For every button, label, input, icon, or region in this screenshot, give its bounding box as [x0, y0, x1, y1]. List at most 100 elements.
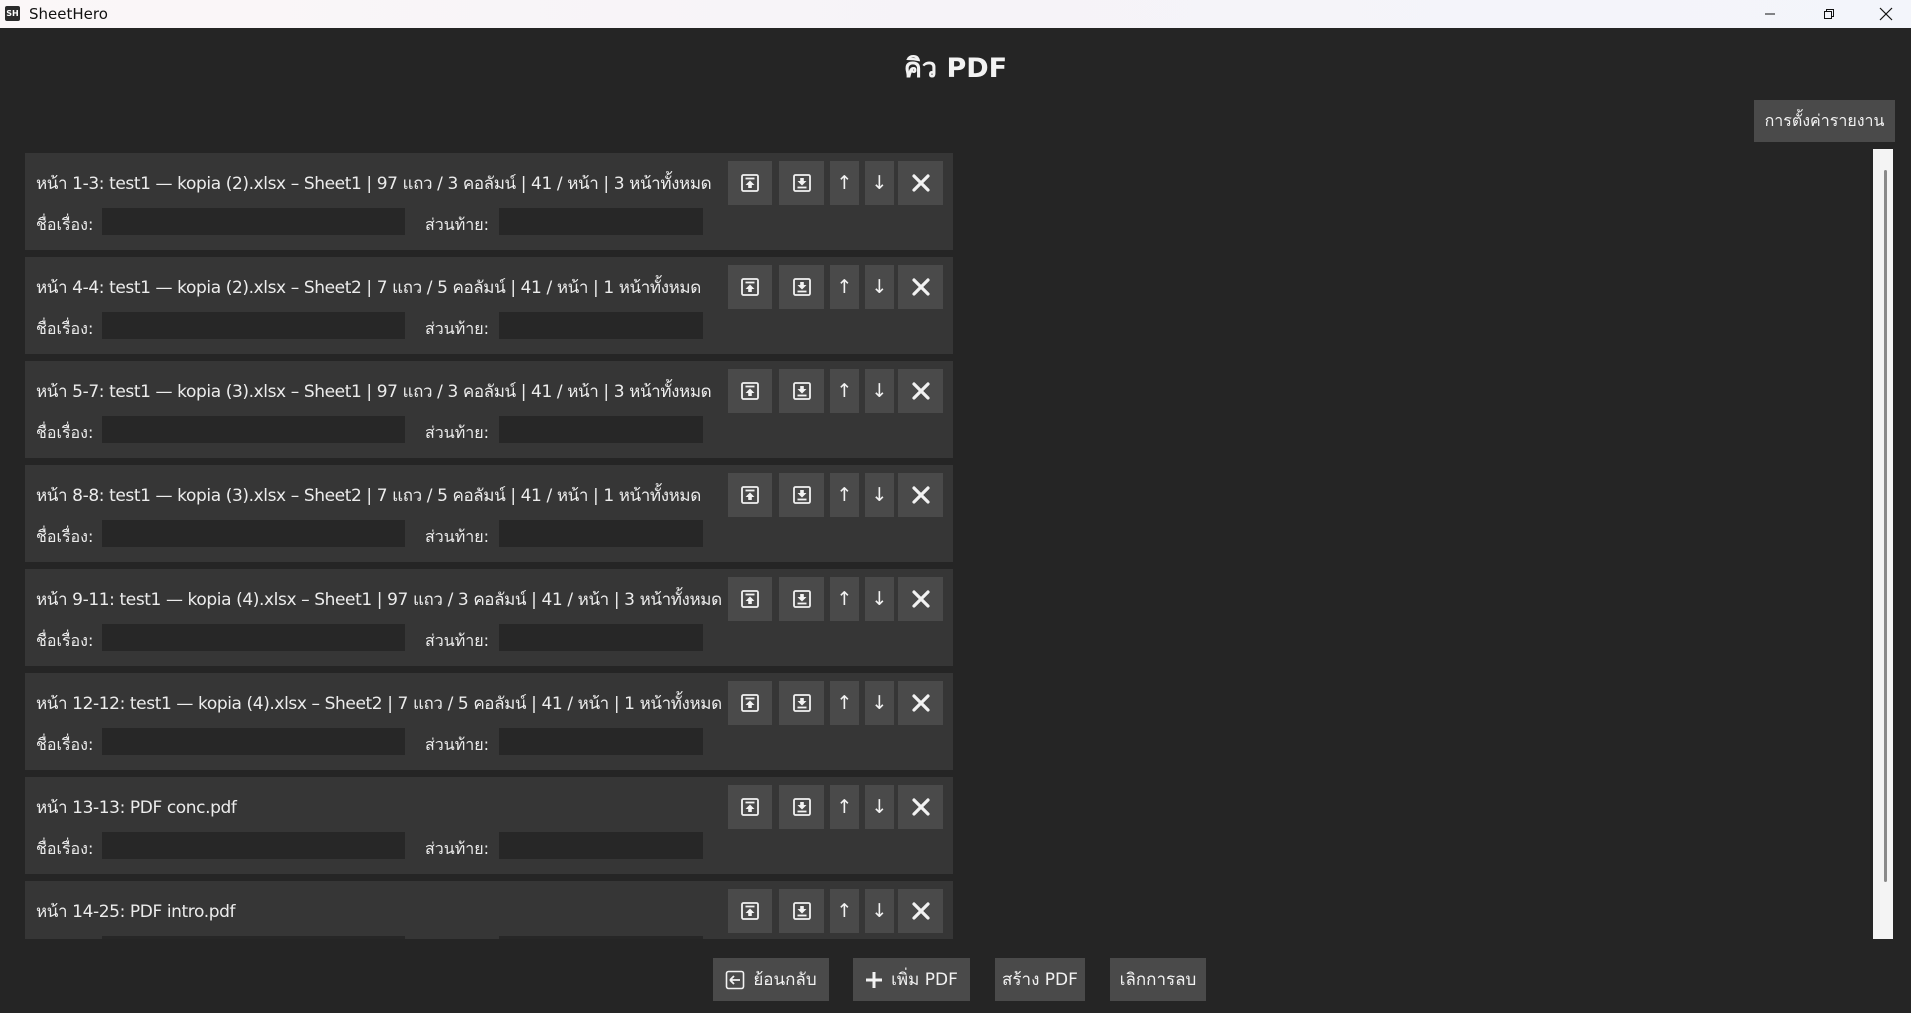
footer-input[interactable] — [499, 520, 703, 547]
remove-icon — [911, 902, 930, 920]
app-icon: SH — [5, 6, 20, 21]
move-to-top-button[interactable] — [728, 889, 772, 933]
move-up-button[interactable]: ↑ — [830, 473, 859, 517]
move-to-bottom-button[interactable] — [779, 785, 824, 829]
title-field-label: ชื่อเรื่อง: — [36, 631, 94, 650]
title-input[interactable] — [102, 312, 405, 339]
remove-icon — [911, 486, 930, 504]
queue-item: หน้า 13-13: PDF conc.pdf ชื่อเรื่อง: ส่ว… — [25, 777, 953, 874]
move-to-top-icon — [741, 798, 759, 816]
move-to-top-button[interactable] — [728, 265, 772, 309]
move-to-top-button[interactable] — [728, 785, 772, 829]
queue-item-label: หน้า 13-13: PDF conc.pdf — [36, 798, 237, 818]
move-to-top-icon — [741, 382, 759, 400]
title-field-label: ชื่อเรื่อง: — [36, 839, 94, 858]
move-up-button[interactable]: ↑ — [830, 785, 859, 829]
footer-input[interactable] — [499, 208, 703, 235]
queue-item-label: หน้า 5-7: test1 — kopia (3).xlsx – Sheet… — [36, 382, 712, 402]
move-down-button[interactable]: ↓ — [865, 681, 894, 725]
move-down-button[interactable]: ↓ — [865, 369, 894, 413]
remove-item-button[interactable] — [898, 785, 943, 829]
title-input[interactable] — [102, 624, 405, 651]
move-to-top-button[interactable] — [728, 681, 772, 725]
queue-item-label: หน้า 12-12: test1 — kopia (4).xlsx – She… — [36, 694, 722, 714]
title-input[interactable] — [102, 416, 405, 443]
remove-item-button[interactable] — [898, 265, 943, 309]
title-input[interactable] — [102, 728, 405, 755]
title-input[interactable] — [102, 832, 405, 859]
add-pdf-button[interactable]: เพิ่ม PDF — [853, 958, 970, 1001]
move-to-bottom-button[interactable] — [779, 681, 824, 725]
move-to-top-icon — [741, 902, 759, 920]
move-down-button[interactable]: ↓ — [865, 577, 894, 621]
move-down-button[interactable]: ↓ — [865, 889, 894, 933]
footer-field-label: ส่วนท้าย: — [425, 839, 489, 858]
queue-item-label: หน้า 8-8: test1 — kopia (3).xlsx – Sheet… — [36, 486, 701, 506]
footer-input[interactable] — [499, 624, 703, 651]
move-to-top-button[interactable] — [728, 161, 772, 205]
queue-item: หน้า 1-3: test1 — kopia (2).xlsx – Sheet… — [25, 153, 953, 250]
remove-item-button[interactable] — [898, 577, 943, 621]
title-field-label: ชื่อเรื่อง: — [36, 319, 94, 338]
move-up-button[interactable]: ↑ — [830, 681, 859, 725]
scrollbar-thumb[interactable] — [1884, 170, 1887, 882]
move-to-bottom-button[interactable] — [779, 889, 824, 933]
restore-button[interactable] — [1800, 0, 1857, 28]
remove-item-button[interactable] — [898, 889, 943, 933]
footer-input[interactable] — [499, 936, 703, 939]
move-to-bottom-button[interactable] — [779, 369, 824, 413]
move-down-button[interactable]: ↓ — [865, 265, 894, 309]
queue-item: หน้า 14-25: PDF intro.pdf ชื่อเรื่อง: ส่… — [25, 881, 953, 939]
remove-item-button[interactable] — [898, 681, 943, 725]
queue-item-label: หน้า 14-25: PDF intro.pdf — [36, 902, 236, 922]
remove-icon — [911, 798, 930, 816]
move-up-button[interactable]: ↑ — [830, 577, 859, 621]
move-down-button[interactable]: ↓ — [865, 161, 894, 205]
remove-icon — [911, 174, 930, 192]
restore-icon — [1823, 9, 1834, 19]
move-to-bottom-button[interactable] — [779, 473, 824, 517]
move-to-bottom-button[interactable] — [779, 577, 824, 621]
title-field-label: ชื่อเรื่อง: — [36, 215, 94, 234]
move-up-button[interactable]: ↑ — [830, 889, 859, 933]
back-button[interactable]: ย้อนกลับ — [713, 958, 829, 1001]
title-field-label: ชื่อเรื่อง: — [36, 423, 94, 442]
move-down-button[interactable]: ↓ — [865, 785, 894, 829]
remove-item-button[interactable] — [898, 473, 943, 517]
move-up-button[interactable]: ↑ — [830, 161, 859, 205]
footer-field-label: ส่วนท้าย: — [425, 423, 489, 442]
move-up-button[interactable]: ↑ — [830, 265, 859, 309]
move-to-top-button[interactable] — [728, 473, 772, 517]
footer-field-label: ส่วนท้าย: — [425, 735, 489, 754]
remove-icon — [911, 694, 930, 712]
create-pdf-button[interactable]: สร้าง PDF — [995, 958, 1085, 1001]
close-window-button[interactable] — [1857, 0, 1911, 28]
minimize-button[interactable] — [1741, 0, 1798, 28]
footer-input[interactable] — [499, 416, 703, 443]
back-button-label: ย้อนกลับ — [753, 970, 817, 990]
report-settings-button[interactable]: การตั้งค่ารายงาน — [1754, 100, 1895, 142]
remove-item-button[interactable] — [898, 161, 943, 205]
scrollbar[interactable] — [1873, 149, 1893, 939]
footer-input[interactable] — [499, 728, 703, 755]
footer-input[interactable] — [499, 832, 703, 859]
footer-field-label: ส่วนท้าย: — [425, 319, 489, 338]
title-field-label: ชื่อเรื่อง: — [36, 735, 94, 754]
move-to-top-button[interactable] — [728, 369, 772, 413]
footer-input[interactable] — [499, 312, 703, 339]
undo-delete-button[interactable]: เลิกการลบ — [1110, 958, 1206, 1001]
title-input[interactable] — [102, 520, 405, 547]
remove-item-button[interactable] — [898, 369, 943, 413]
move-up-button[interactable]: ↑ — [830, 369, 859, 413]
title-input[interactable] — [102, 936, 405, 939]
move-to-top-icon — [741, 590, 759, 608]
move-to-bottom-button[interactable] — [779, 265, 824, 309]
move-to-bottom-button[interactable] — [779, 161, 824, 205]
back-arrow-icon — [726, 970, 745, 989]
window-title: SheetHero — [29, 5, 108, 23]
pdf-queue-list: หน้า 1-3: test1 — kopia (2).xlsx – Sheet… — [0, 149, 1892, 939]
title-input[interactable] — [102, 208, 405, 235]
move-to-top-button[interactable] — [728, 577, 772, 621]
add-pdf-label: เพิ่ม PDF — [891, 970, 958, 990]
move-down-button[interactable]: ↓ — [865, 473, 894, 517]
